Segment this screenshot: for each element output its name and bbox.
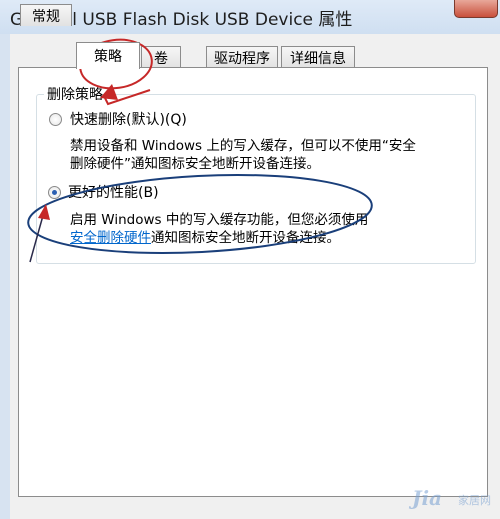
frame-edge [0, 34, 10, 519]
tab-volumes[interactable]: 卷 [141, 46, 181, 68]
tab-label: 卷 [154, 50, 168, 67]
close-button[interactable] [454, 0, 498, 18]
tab-general[interactable]: 常规 [20, 4, 72, 26]
tab-driver[interactable]: 驱动程序 [206, 46, 278, 68]
better-performance-desc-2-rest: 通知图标安全地断开设备连接。 [151, 230, 340, 246]
title-bar: General USB Flash Disk USB Device 属性 [0, 0, 500, 34]
better-performance-radio[interactable] [48, 186, 61, 199]
quick-removal-desc-2: 删除硬件”通知图标安全地断开设备连接。 [70, 156, 320, 172]
better-performance-label[interactable]: 更好的性能(B) [68, 182, 159, 202]
tab-policies[interactable]: 策略 [76, 42, 140, 69]
better-performance-desc-1: 启用 Windows 中的写入缓存功能，但您必须使用 [70, 212, 369, 228]
tab-label: 策略 [94, 49, 122, 65]
group-label: 删除策略 [44, 84, 106, 104]
tab-label: 驱动程序 [214, 50, 270, 67]
tab-details[interactable]: 详细信息 [281, 46, 355, 68]
quick-removal-radio[interactable] [49, 113, 62, 126]
better-performance-desc-2: 安全删除硬件通知图标安全地断开设备连接。 [70, 226, 340, 246]
watermark-sub: 家居网 [458, 494, 491, 507]
tab-label: 详细信息 [290, 50, 346, 67]
safely-remove-hardware-link[interactable]: 安全删除硬件 [70, 230, 151, 246]
tab-label: 常规 [32, 8, 60, 25]
quick-removal-label[interactable]: 快速删除(默认)(Q) [70, 109, 187, 129]
watermark-logo: Jia [412, 486, 443, 510]
quick-removal-desc-1: 禁用设备和 Windows 上的写入缓存，但可以不使用“安全 [70, 138, 416, 154]
